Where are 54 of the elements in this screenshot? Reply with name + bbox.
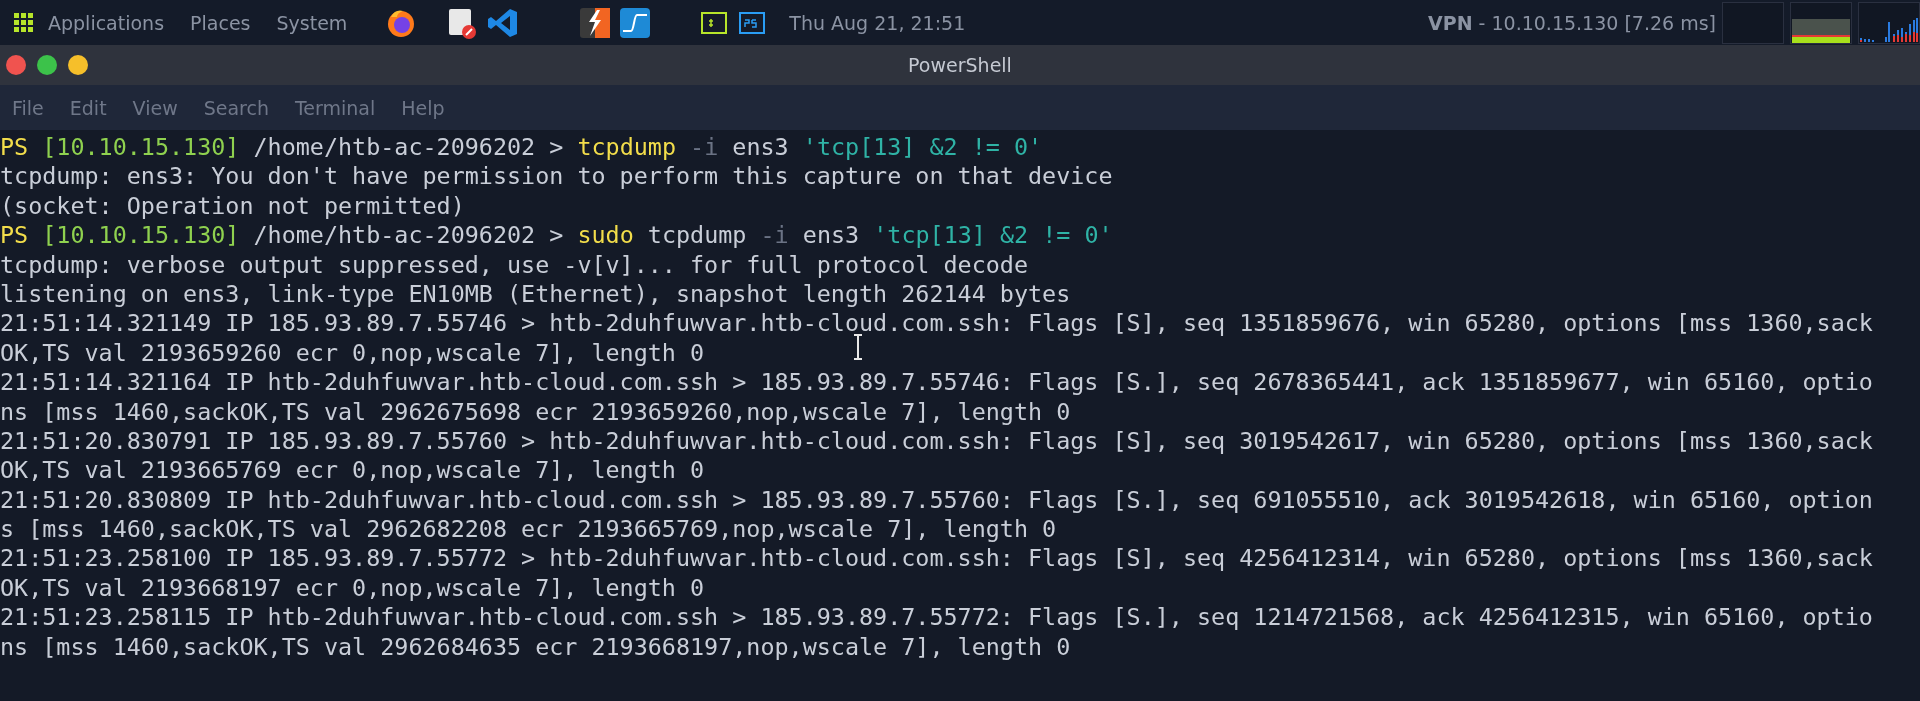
minimize-button[interactable] xyxy=(68,55,88,75)
command-token: 'tcp[13] &2 != 0' xyxy=(873,221,1113,250)
menu-item[interactable]: View xyxy=(132,96,178,119)
maximize-button[interactable] xyxy=(37,55,57,75)
wave-app-icon[interactable] xyxy=(619,6,652,39)
menu-item[interactable]: Help xyxy=(401,96,445,119)
output-line: 21:51:23.258100 IP 185.93.89.7.55772 > htb-2duhfuwvar.htb-cloud.com.ssh: Flags [S], seq 4256412314, win 65280, options [mss 1360,sack xyxy=(0,544,1873,574)
terminal-icon[interactable] xyxy=(701,10,728,35)
output-line: s [mss 1460,sackOK,TS val 2962682208 ecr 2193665769,nop,wscale 7], length 0 xyxy=(0,515,1057,545)
output-line: 21:51:23.258115 IP htb-2duhfuwvar.htb-cloud.com.ssh > 185.93.89.7.55772: Flags [S.], seq 1214721568, ack 4256412315, win 65160, optio xyxy=(0,603,1873,633)
output-line: OK,TS val 2193668197 ecr 0,nop,wscale 7], length 0 xyxy=(0,573,705,604)
output-line: 21:51:14.321149 IP 185.93.89.7.55746 > htb-2duhfuwvar.htb-cloud.com.ssh: Flags [S], seq 1351859676, win 65280, options [mss 1360,sack xyxy=(0,309,1873,339)
command-token: -i xyxy=(760,221,789,250)
apps-grid-icon[interactable] xyxy=(14,12,34,33)
vpn-status: VPN - 10.10.15.130 [7.26 ms] xyxy=(1428,11,1716,34)
output-line: ns [mss 1460,sackOK,TS val 2962675698 ecr 2193659260,nop,wscale 7], length 0 xyxy=(0,397,1071,427)
output-line: OK,TS val 2193659260 ecr 0,nop,wscale 7], length 0 xyxy=(0,338,705,369)
command-token: -i xyxy=(690,133,719,161)
prompt-label: PS xyxy=(0,133,29,161)
output-line: tcpdump: ens3: You don't have permission to perform this capture on that device xyxy=(0,162,1113,192)
prompt-host: [10.10.15.130] xyxy=(42,133,240,161)
command-token: tcpdump xyxy=(577,133,676,161)
lightning-app-icon[interactable] xyxy=(579,6,612,39)
prompt-host: [10.10.15.130] xyxy=(42,221,240,250)
menu-item[interactable]: Terminal xyxy=(294,96,376,119)
text-cursor-icon xyxy=(852,334,864,360)
terminal-icon[interactable] xyxy=(739,10,766,35)
menu-item[interactable]: File xyxy=(12,96,44,119)
output-line: OK,TS val 2193665769 ecr 0,nop,wscale 7], length 0 xyxy=(0,456,705,486)
prompt-path: /home/htb-ac-2096202 > xyxy=(253,221,564,250)
output-line: listening on ens3, link-type EN10MB (Ethernet), snapshot length 262144 bytes xyxy=(0,279,1071,310)
code-editor-icon[interactable] xyxy=(487,6,520,39)
output-line: 21:51:20.830791 IP 185.93.89.7.55760 > htb-2duhfuwvar.htb-cloud.com.ssh: Flags [S], seq 3019542617, win 65280, options [mss 1360,sack xyxy=(0,426,1873,457)
command-token: ens3 xyxy=(732,133,789,161)
prompt-path: /home/htb-ac-2096202 > xyxy=(253,133,564,161)
prompt-label: PS xyxy=(0,221,29,250)
command-token: ens3 xyxy=(802,221,860,250)
menu-item[interactable]: Search xyxy=(203,96,269,119)
output-line: (socket: Operation not permitted) xyxy=(0,191,465,222)
command-token: tcpdump xyxy=(647,221,747,250)
document-icon[interactable] xyxy=(447,6,478,39)
output-line: 21:51:14.321164 IP htb-2duhfuwvar.htb-cloud.com.ssh > 185.93.89.7.55746: Flags [S.], seq 2678365441, ack 1351859677, win 65160, optio xyxy=(0,368,1873,398)
top-menu[interactable]: System xyxy=(276,11,348,34)
menu-item[interactable]: Edit xyxy=(69,96,107,119)
top-menu[interactable]: Places xyxy=(190,11,251,34)
close-button[interactable] xyxy=(6,55,26,75)
output-line: tcpdump: verbose output suppressed, use -v[v]... for full protocol decode xyxy=(0,250,1028,280)
output-line: ns [mss 1460,sackOK,TS val 2962684635 ecr 2193668197,nop,wscale 7], length 0 xyxy=(0,632,1071,663)
command-token: sudo xyxy=(577,221,634,250)
window-title: PowerShell xyxy=(908,54,1012,76)
clock[interactable]: Thu Aug 21, 21:51 xyxy=(789,11,966,34)
top-menu[interactable]: Applications xyxy=(48,11,165,34)
output-line: 21:51:20.830809 IP htb-2duhfuwvar.htb-cloud.com.ssh > 185.93.89.7.55760: Flags [S.], seq 691055510, ack 3019542618, win 65160, option xyxy=(0,485,1873,516)
command-token: 'tcp[13] &2 != 0' xyxy=(802,133,1043,161)
